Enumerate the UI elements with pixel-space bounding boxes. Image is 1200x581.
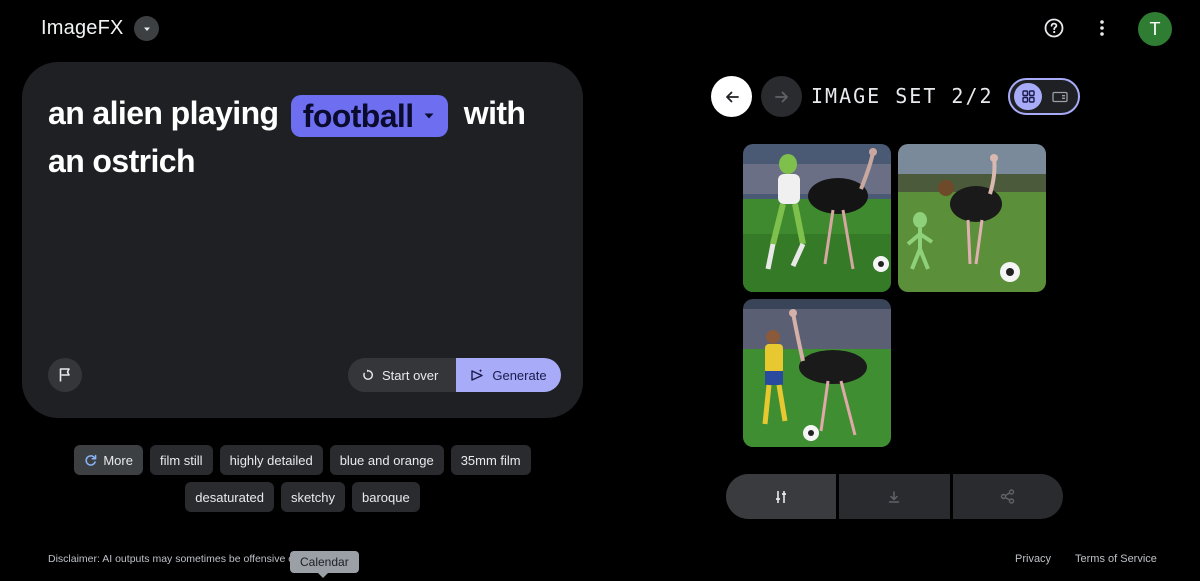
app-title: ImageFX <box>41 17 124 39</box>
more-vert-icon <box>1100 20 1104 36</box>
share-button[interactable] <box>952 474 1063 519</box>
prompt-actions: Start over Generate <box>348 358 561 392</box>
caret-down-icon <box>424 113 433 119</box>
terms-of-service-link[interactable]: Terms of Service <box>1075 553 1157 565</box>
image-toolbar <box>726 474 1063 519</box>
share-icon <box>1001 489 1015 504</box>
account-avatar[interactable]: T <box>1138 12 1172 46</box>
send-sparkle-icon <box>471 369 484 381</box>
view-toggle <box>1008 78 1080 115</box>
style-chip[interactable]: 35mm film <box>450 445 531 475</box>
grid-view-button[interactable] <box>1014 83 1042 110</box>
caret-down-icon <box>143 27 150 31</box>
generate-button[interactable]: Generate <box>456 358 561 392</box>
prompt-chip-label: football <box>302 97 414 134</box>
image-alien-ostrich-1 <box>743 144 891 292</box>
single-view-button[interactable] <box>1046 83 1074 110</box>
generated-image-2[interactable] <box>898 144 1046 292</box>
app-menu-dropdown[interactable] <box>134 16 159 41</box>
download-icon <box>889 490 900 503</box>
generated-image-3[interactable] <box>743 299 891 447</box>
prompt-card: an alien playing football with an ostric… <box>22 62 583 418</box>
tooltip: Calendar <box>290 551 359 578</box>
previous-set-button[interactable] <box>711 76 752 117</box>
prompt-text[interactable]: an alien playing football with an ostric… <box>48 89 568 185</box>
tune-icon <box>776 490 787 503</box>
style-chip[interactable]: highly detailed <box>219 445 323 475</box>
prompt-text-start: an alien playing <box>48 95 279 131</box>
edit-settings-button[interactable] <box>726 474 837 519</box>
start-over-button[interactable]: Start over <box>348 358 457 392</box>
generated-image-1[interactable] <box>743 144 891 292</box>
image-set-label: IMAGE SET 2/2 <box>811 84 994 108</box>
start-over-label: Start over <box>382 367 439 383</box>
help-button[interactable] <box>1042 16 1066 40</box>
more-chips-label: More <box>103 452 133 468</box>
flag-icon <box>59 368 70 382</box>
style-chip[interactable]: blue and orange <box>329 445 444 475</box>
prompt-chip-dropdown[interactable]: football <box>290 94 448 137</box>
style-chip[interactable]: film still <box>149 445 213 475</box>
style-chip[interactable]: desaturated <box>185 482 274 512</box>
grid-view-icon <box>1021 90 1035 103</box>
image-alien-ostrich-2 <box>898 144 1046 292</box>
image-player-ostrich-3 <box>743 299 891 447</box>
more-options-button[interactable] <box>1090 16 1114 40</box>
style-chips-row-1: More film still highly detailed blue and… <box>0 445 605 475</box>
refresh-icon <box>85 454 97 466</box>
refresh-icon <box>363 369 373 380</box>
image-view-icon <box>1052 91 1068 102</box>
disclaimer-text: Disclaimer: AI outputs may sometimes be … <box>48 553 295 565</box>
download-button[interactable] <box>839 474 950 519</box>
more-chips-button[interactable]: More <box>74 445 143 475</box>
help-icon <box>1044 18 1064 38</box>
arrow-forward-icon <box>774 91 788 102</box>
style-chip[interactable]: baroque <box>352 482 420 512</box>
privacy-link[interactable]: Privacy <box>1015 553 1051 565</box>
next-set-button[interactable] <box>761 76 802 117</box>
generate-label: Generate <box>492 367 547 383</box>
arrow-back-icon <box>725 91 739 102</box>
style-chip[interactable]: sketchy <box>280 482 346 512</box>
style-chips-row-2: desaturated sketchy baroque <box>0 482 605 512</box>
report-button[interactable] <box>48 358 82 392</box>
